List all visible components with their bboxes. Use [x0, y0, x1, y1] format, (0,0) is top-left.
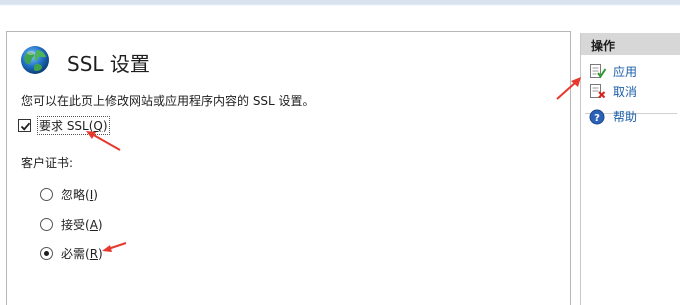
radio-require[interactable]: 必需(R): [40, 245, 103, 262]
checkmark-icon: [20, 122, 31, 131]
svg-text:?: ?: [594, 113, 600, 124]
require-ssl-checkbox[interactable]: [18, 119, 31, 132]
ssl-settings-panel: SSL 设置 您可以在此页上修改网站或应用程序内容的 SSL 设置。 要求 SS…: [6, 31, 571, 305]
actions-header: 操作: [581, 33, 680, 55]
annotation-arrow-icon: [86, 131, 121, 151]
radio-ignore-label[interactable]: 忽略(I): [61, 186, 98, 203]
help-link[interactable]: 帮助: [613, 108, 637, 125]
radio-accept-label[interactable]: 接受(A): [61, 216, 103, 233]
page-title: SSL 设置: [67, 52, 150, 76]
cancel-icon: [589, 83, 607, 100]
radio-ignore[interactable]: 忽略(I): [40, 186, 98, 203]
actions-pane: 操作 应用 取消 ? 帮助: [580, 33, 680, 305]
radio-require-label[interactable]: 必需(R): [61, 245, 103, 262]
radio-accept-button[interactable]: [40, 218, 53, 231]
radio-require-label-prefix: 必需(: [61, 247, 90, 261]
radio-accept-label-suffix: ): [97, 218, 103, 232]
cancel-link[interactable]: 取消: [613, 83, 637, 100]
help-action[interactable]: ? 帮助: [589, 108, 637, 125]
globe-icon: [19, 44, 51, 76]
radio-accept-mnemonic: A: [89, 218, 98, 232]
radio-ignore-button[interactable]: [40, 188, 53, 201]
radio-accept-label-prefix: 接受(: [61, 218, 90, 232]
apply-action[interactable]: 应用: [589, 63, 637, 80]
apply-icon: [589, 63, 607, 80]
cancel-action[interactable]: 取消: [589, 83, 637, 100]
radio-require-mnemonic: R: [89, 247, 99, 261]
window-top-strip: [0, 0, 680, 30]
help-icon: ?: [589, 109, 607, 125]
radio-accept[interactable]: 接受(A): [40, 216, 103, 233]
apply-link[interactable]: 应用: [613, 63, 637, 80]
annotation-arrow-icon: [102, 242, 127, 252]
client-cert-label: 客户证书:: [21, 156, 74, 170]
annotation-arrow-icon: [556, 77, 581, 100]
radio-require-button[interactable]: [40, 247, 53, 260]
radio-ignore-label-suffix: ): [93, 188, 98, 202]
radio-ignore-label-prefix: 忽略(: [61, 188, 90, 202]
page-description: 您可以在此页上修改网站或应用程序内容的 SSL 设置。: [21, 94, 315, 108]
